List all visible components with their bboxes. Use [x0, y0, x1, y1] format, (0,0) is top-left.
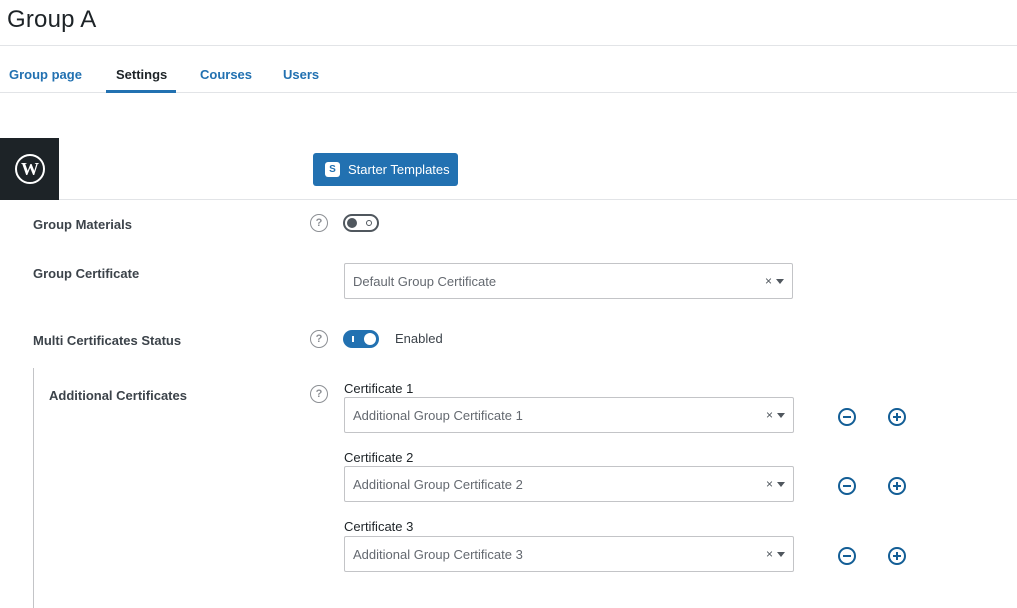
certificate-1-label: Certificate 1 [344, 381, 414, 396]
page-title: Group A [7, 6, 97, 33]
clear-icon[interactable]: × [766, 547, 773, 561]
help-icon[interactable]: ? [310, 330, 328, 348]
toggle-off-indicator [366, 220, 372, 226]
group-certificate-select[interactable]: Default Group Certificate × [344, 263, 793, 299]
chevron-down-icon [777, 413, 785, 418]
certificate-3-select[interactable]: Additional Group Certificate 3 × [344, 536, 794, 572]
chevron-down-icon [777, 482, 785, 487]
select-value: Default Group Certificate [353, 274, 497, 289]
remove-certificate-3-button[interactable] [838, 547, 856, 565]
tab-group-page[interactable]: Group page [9, 67, 82, 82]
remove-certificate-1-button[interactable] [838, 408, 856, 426]
svg-text:W: W [21, 159, 39, 179]
tab-settings[interactable]: Settings [116, 67, 167, 82]
wordpress-icon[interactable]: W [0, 138, 59, 200]
minus-icon [843, 555, 851, 557]
toggle-on-indicator [352, 336, 354, 342]
multi-certificates-status: Enabled [395, 331, 443, 346]
certificate-2-select[interactable]: Additional Group Certificate 2 × [344, 466, 794, 502]
clear-icon[interactable]: × [765, 274, 772, 288]
nested-section-border [33, 368, 34, 608]
select-value: Additional Group Certificate 2 [353, 477, 523, 492]
certificate-3-label: Certificate 3 [344, 519, 414, 534]
group-materials-toggle[interactable] [343, 214, 379, 232]
chevron-down-icon [777, 552, 785, 557]
toggle-knob [364, 333, 376, 345]
minus-icon [843, 416, 851, 418]
clear-icon[interactable]: × [766, 408, 773, 422]
select-value: Additional Group Certificate 3 [353, 547, 523, 562]
starter-templates-button[interactable]: S Starter Templates [313, 153, 458, 186]
tab-users[interactable]: Users [283, 67, 319, 82]
clear-icon[interactable]: × [766, 477, 773, 491]
chevron-down-icon [776, 279, 784, 284]
header-divider [59, 199, 1017, 200]
add-certificate-1-button[interactable] [888, 408, 906, 426]
select-value: Additional Group Certificate 1 [353, 408, 523, 423]
group-certificate-label: Group Certificate [33, 266, 140, 281]
add-certificate-2-button[interactable] [888, 477, 906, 495]
group-materials-label: Group Materials [33, 217, 132, 232]
help-icon[interactable]: ? [310, 385, 328, 403]
starter-templates-icon: S [325, 162, 340, 177]
multi-certificates-label: Multi Certificates Status [33, 333, 182, 348]
add-certificate-3-button[interactable] [888, 547, 906, 565]
additional-certificates-label: Additional Certificates [49, 388, 187, 403]
minus-icon [843, 485, 851, 487]
active-tab-indicator [106, 90, 176, 93]
starter-templates-label: Starter Templates [348, 162, 450, 177]
tab-bar: Group page Settings Courses Users [0, 46, 1017, 93]
toggle-knob [347, 218, 357, 228]
certificate-1-select[interactable]: Additional Group Certificate 1 × [344, 397, 794, 433]
remove-certificate-2-button[interactable] [838, 477, 856, 495]
tab-courses[interactable]: Courses [200, 67, 252, 82]
help-icon[interactable]: ? [310, 214, 328, 232]
certificate-2-label: Certificate 2 [344, 450, 414, 465]
multi-certificates-toggle[interactable] [343, 330, 379, 348]
